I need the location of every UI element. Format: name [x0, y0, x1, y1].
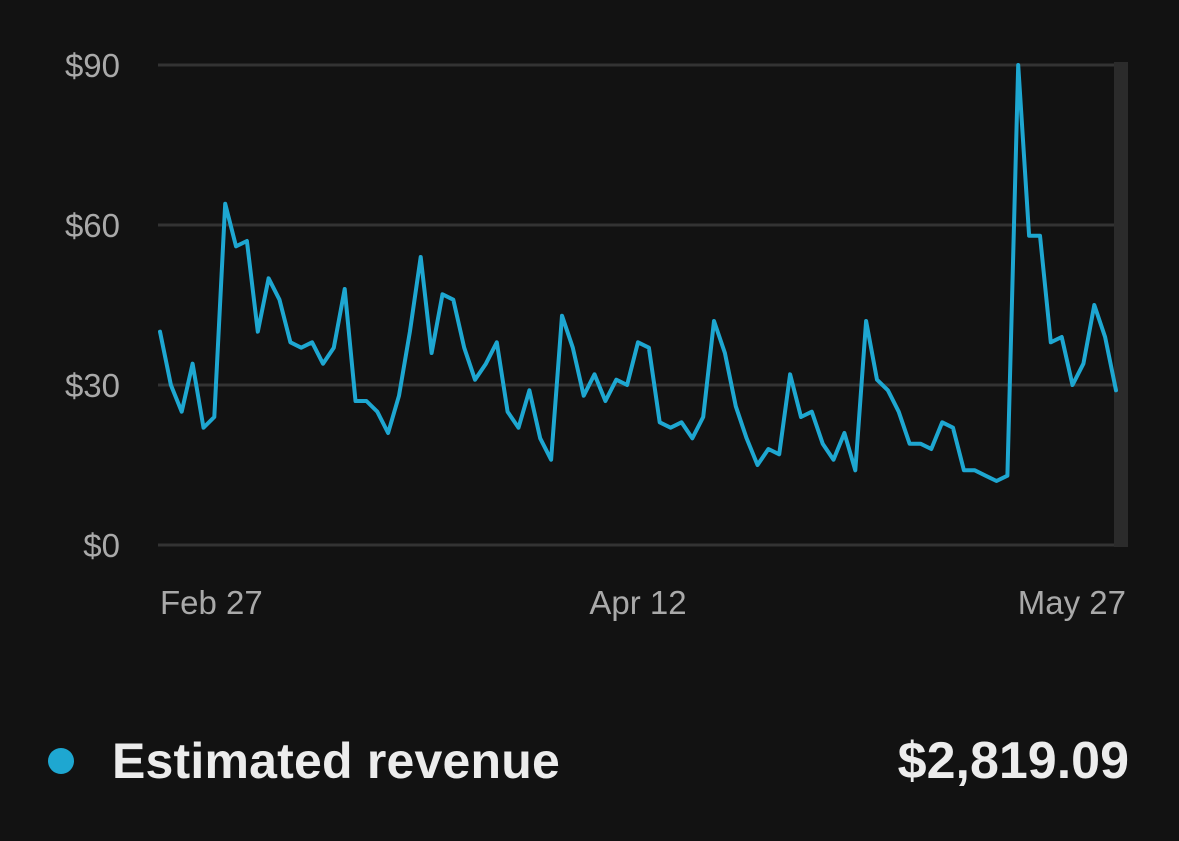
legend-dot: [48, 748, 74, 774]
series-layer: [158, 63, 1118, 483]
x-tick-label: Feb 27: [160, 584, 263, 621]
y-tick-label: $60: [65, 207, 120, 244]
x-tick-label: Apr 12: [589, 584, 686, 621]
legend-entry: Estimated revenue: [46, 732, 560, 790]
y-tick-label: $90: [65, 47, 120, 84]
revenue-line-chart: $90 $60 $30 $0 Feb 27 Apr 12 May 27: [65, 47, 1128, 621]
y-tick-label: $30: [65, 367, 120, 404]
legend-label: Estimated revenue: [112, 733, 561, 789]
legend-total-value: $2,819.09: [897, 732, 1129, 790]
legend-row: Estimated revenue $2,819.09: [46, 722, 1129, 800]
x-tick-label: May 27: [1018, 584, 1126, 621]
y-tick-label: $0: [83, 527, 120, 564]
series-line-estimated-revenue: [158, 63, 1118, 483]
x-axis-tick-labels: Feb 27 Apr 12 May 27: [160, 584, 1126, 621]
chart-right-edge-bar: [1114, 62, 1128, 547]
y-axis-tick-labels: $90 $60 $30 $0: [65, 47, 120, 564]
